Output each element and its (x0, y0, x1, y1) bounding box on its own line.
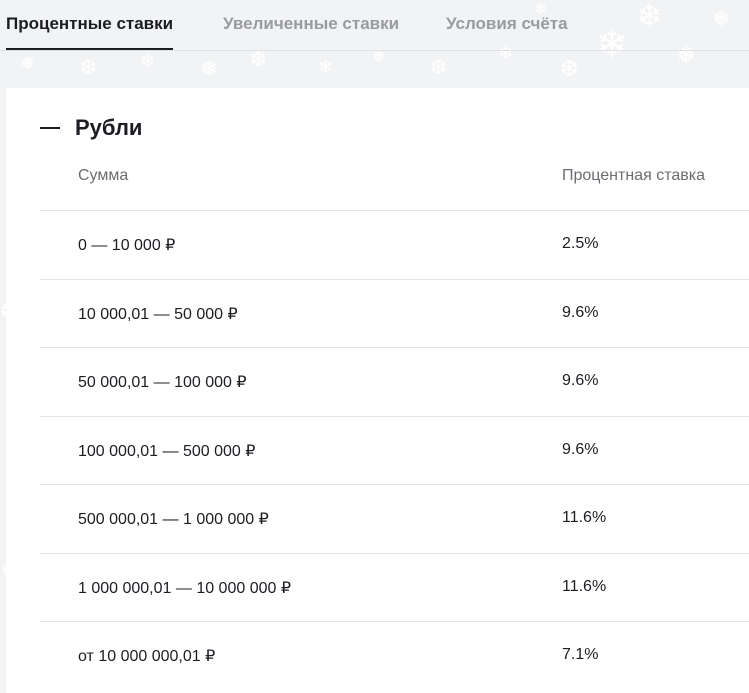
tab-interest-rates[interactable]: Процентные ставки (6, 14, 174, 50)
table-row: 50 000,01 — 100 000 ₽ 9.6% (40, 347, 749, 416)
rate-cell: 2.5% (562, 235, 599, 252)
section-title: Рубли (75, 115, 143, 140)
rate-cell: 11.6% (562, 509, 607, 526)
snowflake-icon: ❅ (20, 53, 36, 73)
section-toggle[interactable]: Рубли (40, 114, 142, 142)
amount-cell: 50 000,01 — 100 000 ₽ (78, 374, 247, 391)
table-row: 10 000,01 — 50 000 ₽ 9.6% (40, 278, 749, 348)
amount-cell: от 10 000 000,01 ₽ (78, 648, 216, 665)
rates-table: 0 — 10 000 ₽ 2.5% 10 000,01 — 50 000 ₽ 9… (40, 210, 749, 690)
table-row: 1 000 000,01 — 10 000 000 ₽ 11.6% (40, 552, 749, 622)
snowflake-icon: ❆ (560, 56, 579, 81)
rate-cell: 7.1% (562, 646, 599, 663)
snowflake-icon: ❆ (80, 57, 97, 79)
page: ❄ ❄ ❅ ❆ ❅ ❄ ❆ ❅ ❄ ❆ ❅ ❄ ❆ ❅ ❄ ❆ ❅ Процен… (0, 0, 749, 693)
snowflake-icon: ❄ (140, 51, 156, 71)
rates-card: Рубли Сумма Процентная ставка 0 — 10 000… (6, 88, 749, 693)
snowflake-icon: ❆ (430, 57, 447, 79)
rate-cell: 9.6% (562, 440, 599, 458)
table-row: 0 — 10 000 ₽ 2.5% (40, 210, 749, 279)
amount-cell: 500 000,01 — 1 000 000 ₽ (78, 511, 269, 528)
snowflake-icon: ❄ (318, 57, 334, 77)
snowflake-icon: ❅ (200, 56, 219, 81)
column-header-amount: Сумма (78, 167, 129, 184)
snowflake-icon: ❆ (250, 49, 267, 71)
amount-cell: 10 000,01 — 50 000 ₽ (78, 305, 238, 323)
rate-cell: 9.6% (562, 372, 599, 389)
tab-increased-rates[interactable]: Увеличенные ставки (223, 14, 399, 50)
snowflake-icon: ❅ (372, 49, 386, 66)
table-row: 100 000,01 — 500 000 ₽ 9.6% (40, 415, 749, 485)
minus-icon (40, 127, 60, 129)
amount-cell: 0 — 10 000 ₽ (78, 237, 176, 254)
amount-cell: 1 000 000,01 — 10 000 000 ₽ (78, 579, 292, 597)
tabs-bar: Процентные ставки Увеличенные ставки Усл… (0, 0, 749, 51)
rate-cell: 9.6% (562, 303, 599, 321)
table-row: 500 000,01 — 1 000 000 ₽ 11.6% (40, 484, 749, 553)
table-row: от 10 000 000,01 ₽ 7.1% (40, 621, 749, 690)
column-header-rate: Процентная ставка (562, 167, 705, 184)
rate-cell: 11.6% (562, 577, 607, 595)
tab-account-terms[interactable]: Условия счёта (446, 14, 568, 50)
amount-cell: 100 000,01 — 500 000 ₽ (78, 442, 256, 460)
